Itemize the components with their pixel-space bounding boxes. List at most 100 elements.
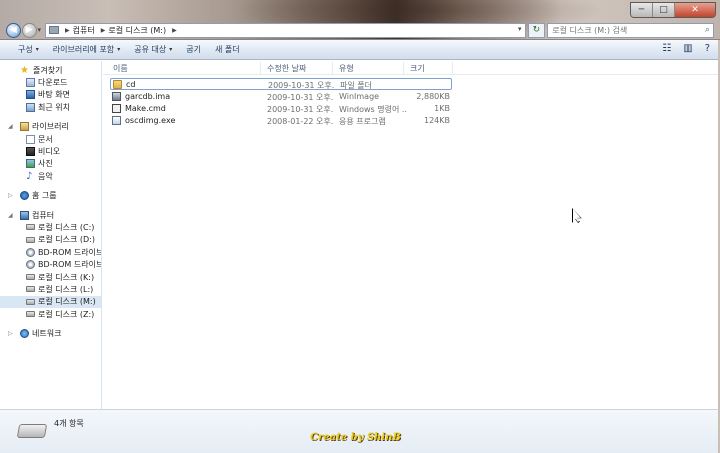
sidebar-item-drive-c[interactable]: 로컬 디스크 (C:) xyxy=(0,221,101,233)
sidebar-item-videos[interactable]: 비디오 xyxy=(0,145,101,157)
organize-label: 구성 xyxy=(18,45,33,54)
sidebar-item-drive-m[interactable]: 로컬 디스크 (M:) xyxy=(0,295,101,309)
expand-arrow-icon[interactable]: ▷ xyxy=(8,330,13,337)
sidebar-item-label: 홈 그룹 xyxy=(32,191,57,201)
search-box[interactable]: ⌕ xyxy=(547,22,715,38)
burn-button[interactable]: 굽기 xyxy=(186,44,201,55)
column-date-modified[interactable]: 수정한 날짜 xyxy=(267,63,306,74)
file-list-pane[interactable]: 이름 수정한 날짜 유형 크기 cd 2009-10-31 오후... 파일 폴… xyxy=(103,61,720,409)
share-with-label: 공유 대상 xyxy=(134,45,167,54)
sidebar-item-drive-z[interactable]: 로컬 디스크 (Z:) xyxy=(0,308,101,320)
new-folder-label: 새 폴더 xyxy=(214,45,240,54)
script-icon xyxy=(112,104,121,113)
sidebar-libraries[interactable]: ◢ 라이브러리 xyxy=(0,121,101,133)
share-with-menu[interactable]: 공유 대상 ▾ xyxy=(134,44,172,55)
change-view-icon[interactable]: ☷ xyxy=(662,43,671,54)
sidebar-item-label: 바탕 화면 xyxy=(38,90,70,100)
sidebar-item-bdrom-2[interactable]: BD-ROM 드라이브 ( xyxy=(0,258,101,270)
search-input[interactable] xyxy=(552,25,693,35)
breadcrumb-drive-m[interactable]: 로컬 디스크 (M:) xyxy=(108,25,166,36)
sidebar-item-drive-k[interactable]: 로컬 디스크 (K:) xyxy=(0,271,101,283)
star-icon: ★ xyxy=(20,64,29,76)
new-folder-button[interactable]: 새 폴더 xyxy=(215,44,240,55)
file-name-cell: oscdimg.exe xyxy=(112,116,175,125)
sidebar-item-documents[interactable]: 문서 xyxy=(0,133,101,145)
optical-disc-icon xyxy=(26,260,35,270)
file-name: cd xyxy=(126,80,136,89)
sidebar-item-downloads[interactable]: 다운로드 xyxy=(0,76,101,88)
toolbar-right-group: ☷ ▥ ? xyxy=(650,43,710,54)
breadcrumb-computer[interactable]: 컴퓨터 xyxy=(73,25,95,36)
sidebar-network[interactable]: ▷ 네트워크 xyxy=(0,327,101,339)
forward-button[interactable]: ▶ xyxy=(21,22,37,38)
preview-pane-icon[interactable]: ▥ xyxy=(683,43,692,54)
chevron-down-icon: ▾ xyxy=(117,46,121,53)
watermark-text: Create by ShinB xyxy=(310,432,401,443)
close-button[interactable]: ✕ xyxy=(675,3,715,17)
burn-label: 굽기 xyxy=(186,45,201,54)
file-row-garcdb[interactable]: garcdb.ima 2009-10-31 오후... WinImage 2,8… xyxy=(110,91,452,103)
hard-drive-icon xyxy=(26,286,35,293)
file-name: Make.cmd xyxy=(125,104,166,113)
sidebar-item-label: 로컬 디스크 (L:) xyxy=(38,284,94,294)
sidebar-favorites[interactable]: ★ 즐겨찾기 xyxy=(0,64,101,76)
expand-arrow-icon[interactable]: ▷ xyxy=(8,192,13,199)
maximize-button[interactable]: □ xyxy=(653,3,675,17)
sidebar-item-desktop[interactable]: 바탕 화면 xyxy=(0,89,101,101)
sidebar-item-label: 문서 xyxy=(38,134,53,144)
recent-pages-dropdown[interactable]: ▾ xyxy=(38,26,42,34)
chevron-down-icon: ▾ xyxy=(35,46,39,53)
include-in-library-menu[interactable]: 라이브러리에 포함 ▾ xyxy=(53,44,120,55)
minimize-button[interactable]: ─ xyxy=(631,3,653,17)
computer-icon xyxy=(49,26,60,34)
command-toolbar: 구성 ▾ 라이브러리에 포함 ▾ 공유 대상 ▾ 굽기 새 폴더 ☷ ▥ ? xyxy=(0,40,720,60)
optical-disc-icon xyxy=(26,247,35,257)
column-type[interactable]: 유형 xyxy=(339,63,354,74)
column-divider[interactable] xyxy=(452,62,453,74)
file-type: Windows 명령어 ... xyxy=(339,105,407,114)
column-divider[interactable] xyxy=(332,62,333,74)
file-row-cd[interactable]: cd 2009-10-31 오후... 파일 폴더 xyxy=(110,78,452,90)
address-bar[interactable]: ▶ 컴퓨터 ▶ 로컬 디스크 (M:) ▶ ▾ xyxy=(45,22,526,38)
network-icon xyxy=(20,329,29,339)
collapse-arrow-icon[interactable]: ◢ xyxy=(8,212,13,219)
address-history-dropdown[interactable]: ▾ xyxy=(518,25,522,33)
disk-image-icon xyxy=(112,92,121,101)
sidebar-item-recent-places[interactable]: 최근 위치 xyxy=(0,101,101,113)
collapse-arrow-icon[interactable]: ◢ xyxy=(8,123,13,130)
back-button[interactable]: ◀ xyxy=(6,22,21,38)
libraries-icon xyxy=(20,122,29,132)
file-name-cell: Make.cmd xyxy=(112,104,166,113)
sidebar-item-pictures[interactable]: 사진 xyxy=(0,158,101,170)
sidebar-homegroup[interactable]: ▷ 홈 그룹 xyxy=(0,190,101,202)
column-divider[interactable] xyxy=(260,62,261,74)
column-size[interactable]: 크기 xyxy=(410,63,425,74)
sidebar-item-music[interactable]: ♪ 음악 xyxy=(0,170,101,182)
help-icon[interactable]: ? xyxy=(705,43,710,54)
breadcrumb-arrow-icon[interactable]: ▶ xyxy=(101,27,106,34)
window-titlebar: ─ □ ✕ ◀ ▶ ▾ ▶ 컴퓨터 ▶ 로컬 디스크 (M:) ▶ ▾ ↻ ⌕ xyxy=(0,0,720,40)
sidebar-item-bdrom-1[interactable]: BD-ROM 드라이브 ( xyxy=(0,246,101,258)
sidebar-item-label: 로컬 디스크 (K:) xyxy=(38,272,95,282)
file-date: 2009-10-31 오후... xyxy=(267,93,333,102)
file-type: WinImage xyxy=(339,92,380,101)
column-divider[interactable] xyxy=(403,62,404,74)
file-row-oscdimg[interactable]: oscdimg.exe 2008-01-22 오후... 응용 프로그램 124… xyxy=(110,115,452,127)
refresh-button[interactable]: ↻ xyxy=(527,22,546,38)
hard-drive-icon xyxy=(26,236,35,243)
search-icon[interactable]: ⌕ xyxy=(705,25,710,35)
breadcrumb-arrow-icon[interactable]: ▶ xyxy=(172,27,177,34)
sidebar-item-drive-l[interactable]: 로컬 디스크 (L:) xyxy=(0,283,101,295)
organize-menu[interactable]: 구성 ▾ xyxy=(18,44,39,55)
sidebar-item-drive-d[interactable]: 로컬 디스크 (D:) xyxy=(0,234,101,246)
sidebar-item-label: 컴퓨터 xyxy=(32,210,55,220)
hard-drive-icon xyxy=(26,274,35,281)
sidebar-item-label: 로컬 디스크 (C:) xyxy=(38,222,95,232)
sidebar-item-label: 최근 위치 xyxy=(38,102,70,112)
navigation-bar: ◀ ▶ ▾ ▶ 컴퓨터 ▶ 로컬 디스크 (M:) ▶ ▾ ↻ ⌕ xyxy=(6,22,715,38)
sidebar-computer[interactable]: ◢ 컴퓨터 xyxy=(0,209,101,221)
file-row-make-cmd[interactable]: Make.cmd 2009-10-31 오후... Windows 명령어 ..… xyxy=(110,103,452,115)
breadcrumb-arrow-icon[interactable]: ▶ xyxy=(65,27,70,34)
column-name[interactable]: 이름 xyxy=(113,63,128,74)
hard-drive-icon xyxy=(26,298,35,305)
